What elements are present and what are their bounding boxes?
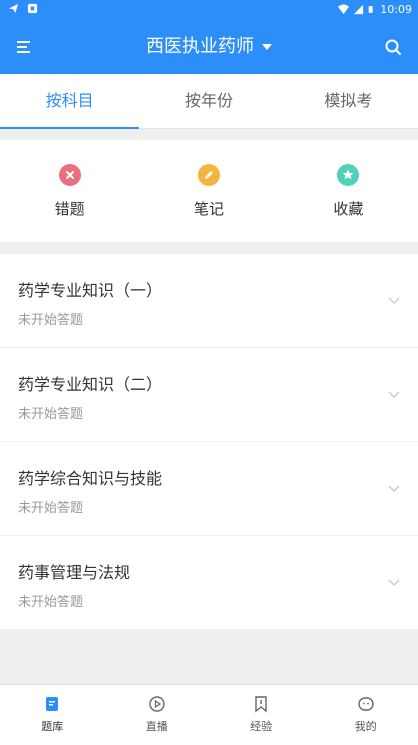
subject-item[interactable]: 药学专业知识（二） 未开始答题 (0, 348, 418, 442)
send-icon (8, 3, 19, 14)
nav-live[interactable]: 直播 (105, 685, 210, 745)
nav-live-label: 直播 (105, 718, 210, 734)
page-title: 西医执业药师 (146, 36, 254, 57)
nav-experience-label: 经验 (209, 718, 314, 734)
chevron-down-icon (388, 576, 400, 588)
favorites-label: 收藏 (279, 198, 418, 219)
subject-status: 未开始答题 (18, 591, 83, 610)
subject-name: 药学专业知识（二） (18, 371, 162, 395)
status-bar: 10:09 (0, 0, 418, 20)
tab-mock-exam[interactable]: 模拟考 (279, 74, 418, 128)
search-icon[interactable] (382, 36, 404, 58)
signal-icon (353, 4, 364, 15)
subject-list: 药学专业知识（一） 未开始答题 药学专业知识（二） 未开始答题 药学综合知识与技… (0, 254, 418, 629)
tab-by-subject[interactable]: 按科目 (0, 74, 139, 128)
bottom-nav: 题库 直播 经验 我的 (0, 684, 418, 745)
status-time: 10:09 (380, 3, 412, 16)
wrong-questions-label: 错题 (0, 198, 139, 219)
tab-bar: 按科目 按年份 模拟考 (0, 74, 418, 129)
question-bank-icon (43, 695, 61, 713)
notes-button[interactable]: 笔记 (139, 140, 278, 242)
bookmark-icon (252, 695, 270, 713)
subject-status: 未开始答题 (18, 309, 83, 328)
profile-face-icon (357, 695, 375, 713)
nav-mine[interactable]: 我的 (314, 685, 418, 745)
subject-item[interactable]: 药学综合知识与技能 未开始答题 (0, 442, 418, 536)
exam-selector[interactable]: 西医执业药师 (0, 33, 418, 61)
app-bar: 西医执业药师 (0, 20, 418, 74)
nav-question-bank-label: 题库 (0, 718, 105, 734)
tab-by-year[interactable]: 按年份 (139, 74, 278, 128)
wrong-questions-button[interactable]: 错题 (0, 140, 139, 242)
nav-mine-label: 我的 (314, 718, 418, 734)
subject-status: 未开始答题 (18, 403, 83, 422)
notes-label: 笔记 (139, 198, 278, 219)
nav-question-bank[interactable]: 题库 (0, 685, 105, 745)
subject-item[interactable]: 药学专业知识（一） 未开始答题 (0, 254, 418, 348)
subject-name: 药学专业知识（一） (18, 277, 162, 301)
nav-experience[interactable]: 经验 (209, 685, 314, 745)
subject-name: 药学综合知识与技能 (18, 465, 162, 489)
pencil-circle-icon (198, 164, 220, 186)
favorites-button[interactable]: 收藏 (279, 140, 418, 242)
subject-item[interactable]: 药事管理与法规 未开始答题 (0, 536, 418, 629)
chevron-down-icon (388, 482, 400, 494)
live-play-icon (148, 695, 166, 713)
battery-icon (368, 4, 376, 15)
chevron-down-icon (388, 294, 400, 306)
notification-icon (27, 3, 38, 14)
subject-name: 药事管理与法规 (18, 559, 130, 583)
caret-down-icon (262, 44, 272, 50)
chevron-down-icon (388, 388, 400, 400)
star-circle-icon (337, 164, 359, 186)
close-circle-icon (59, 164, 81, 186)
wifi-icon (338, 4, 349, 15)
quick-actions: 错题 笔记 收藏 (0, 140, 418, 242)
subject-status: 未开始答题 (18, 497, 83, 516)
